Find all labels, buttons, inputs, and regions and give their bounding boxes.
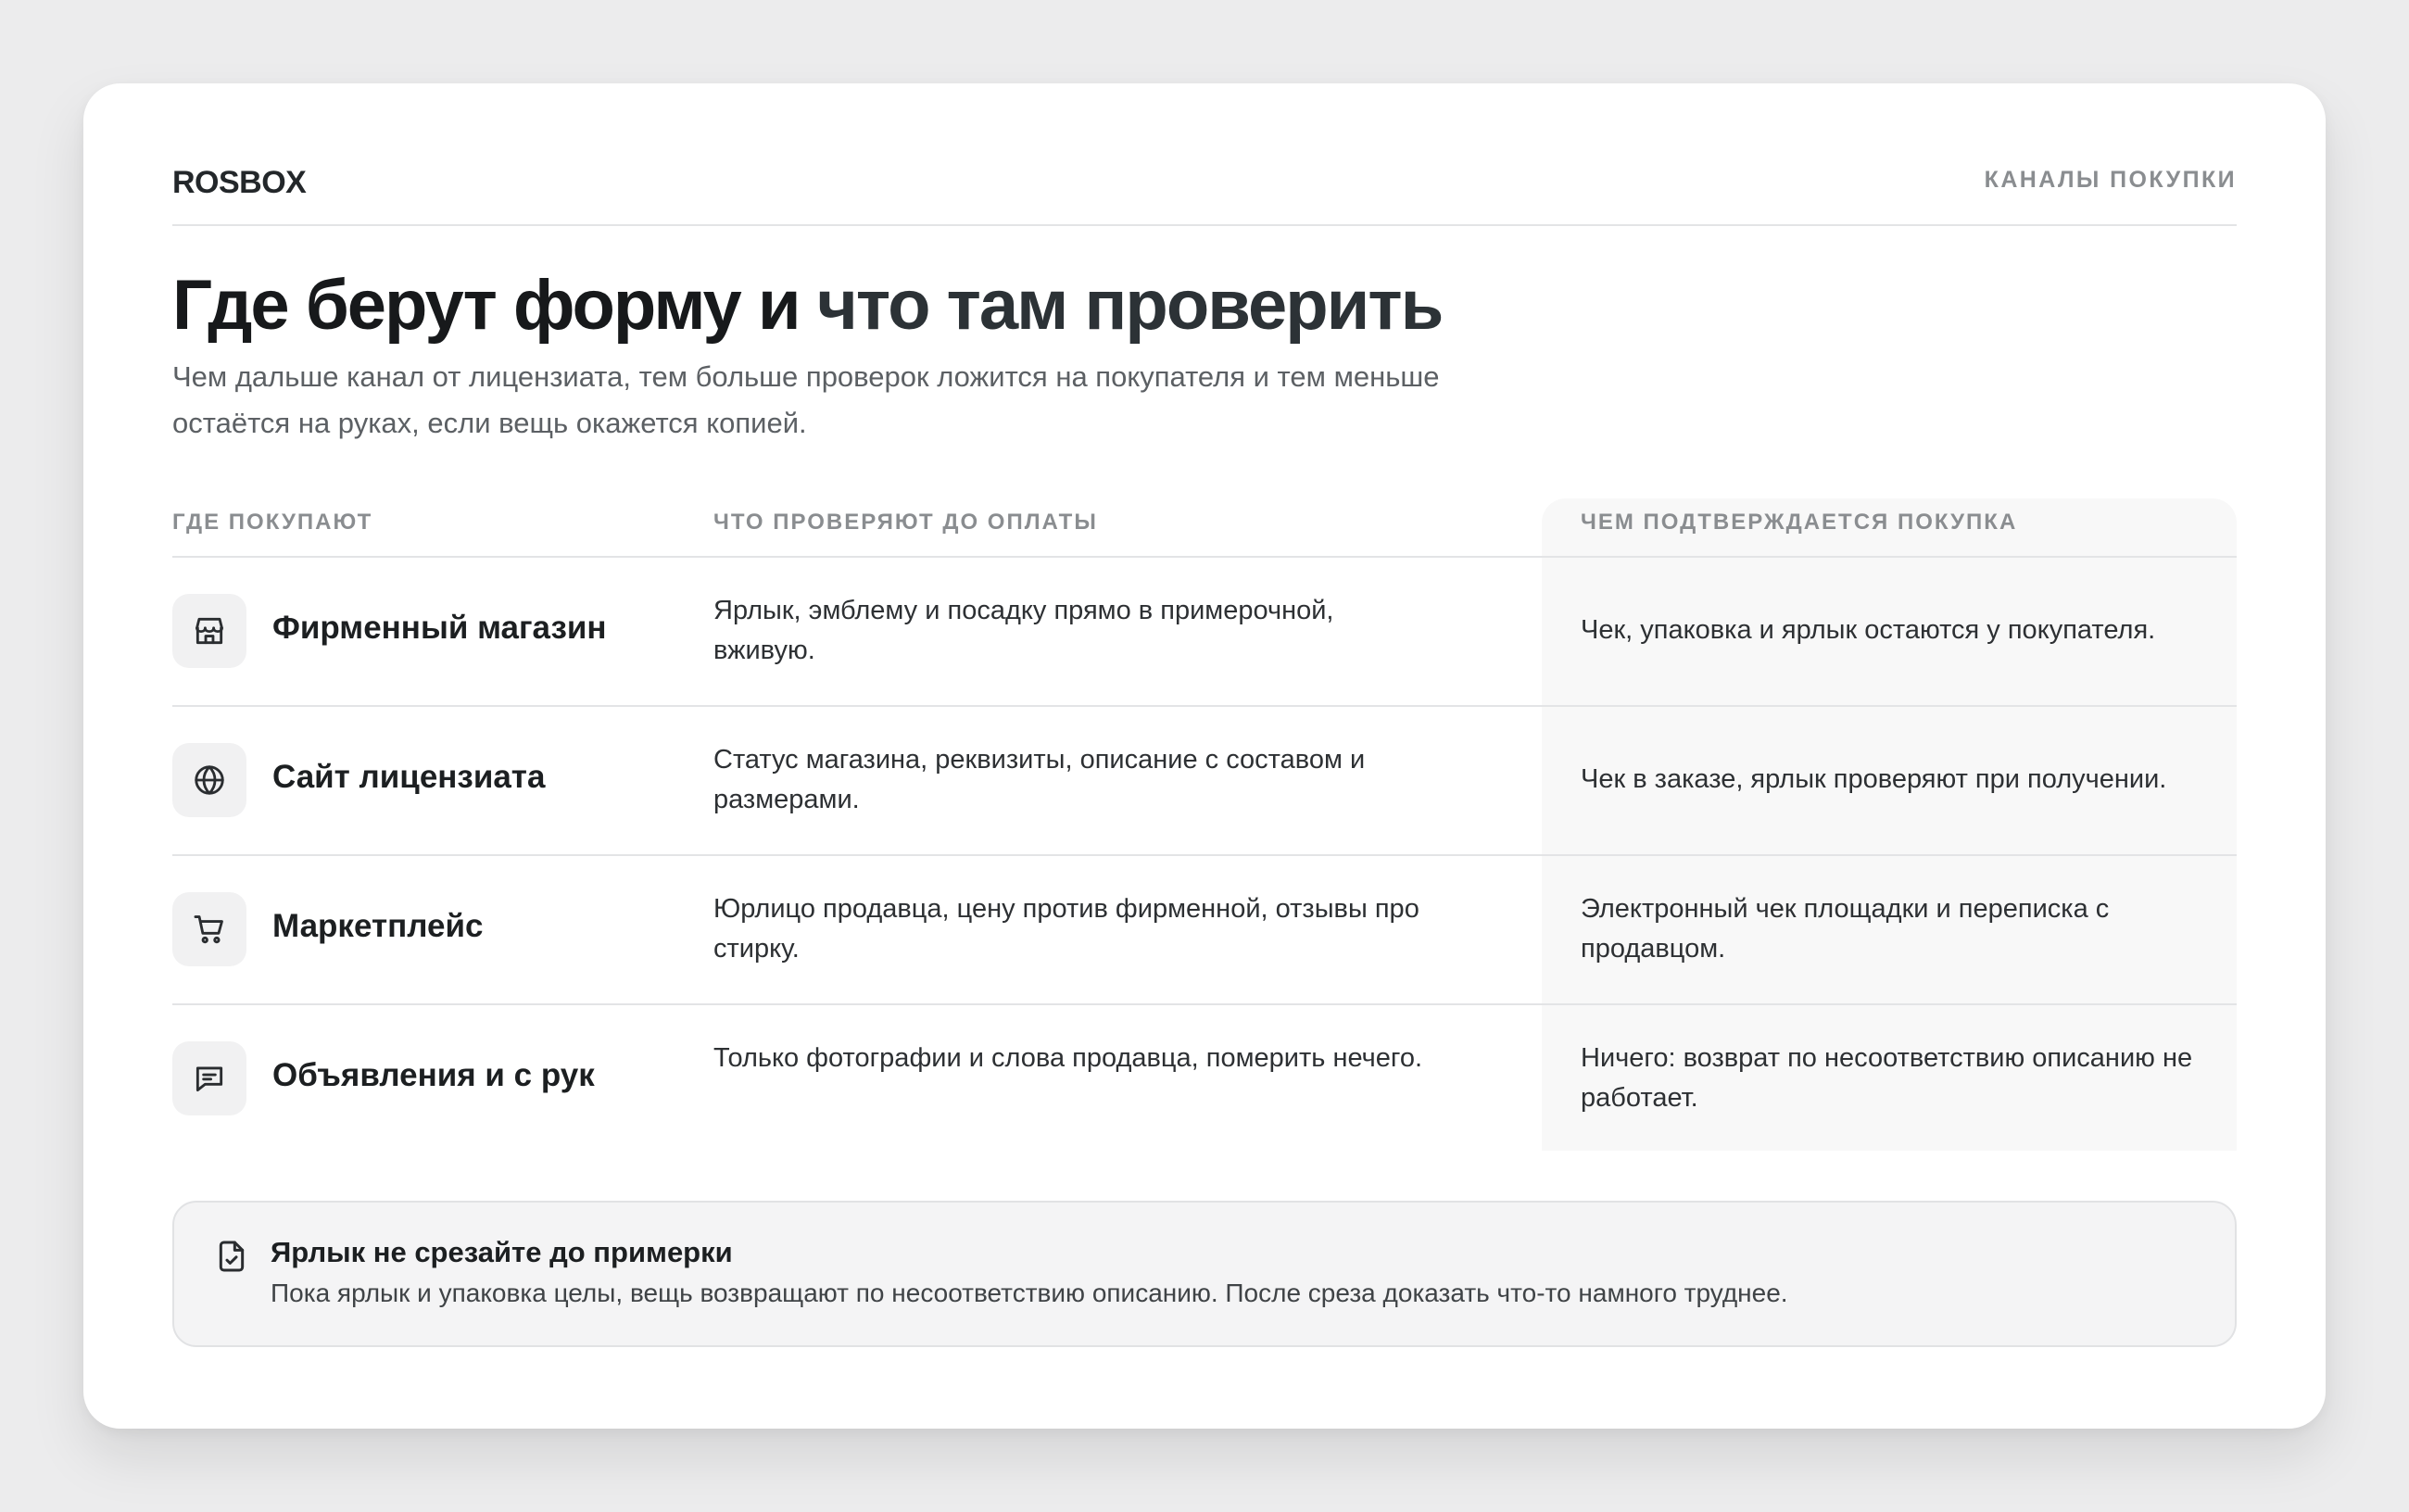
table-row: Маркетплейс Юрлицо продавца, цену против… — [172, 856, 2237, 1005]
section-label: КАНАЛЫ ПОКУПКИ — [1984, 167, 2237, 193]
channel-name: Маркетплейс — [272, 908, 484, 944]
header: ROSBOX КАНАЛЫ ПОКУПКИ — [172, 150, 2237, 226]
globe-icon — [172, 743, 246, 817]
channels-table: ГДЕ ПОКУПАЮТ ЧТО ПРОВЕРЯЮТ ДО ОПЛАТЫ ЧЕМ… — [172, 498, 2237, 1153]
purchase-confirmation: Чек, упаковка и ярлык остаются у покупат… — [1581, 615, 2156, 645]
purchase-confirmation: Чек в заказе, ярлык проверяют при получе… — [1581, 764, 2167, 794]
pre-payment-check: Ярлык, эмблему и посадку прямо в примеро… — [713, 596, 1334, 665]
purchase-confirmation: Электронный чек площадки и переписка с п… — [1581, 894, 2110, 964]
file-check-icon — [219, 1241, 245, 1272]
cart-icon — [172, 892, 246, 966]
tip-text: Пока ярлык и упаковка целы, вещь возвращ… — [271, 1279, 1788, 1307]
column-header-checks: ЧТО ПРОВЕРЯЮТ ДО ОПЛАТЫ — [713, 510, 1098, 535]
store-icon — [172, 594, 246, 668]
pre-payment-check: Только фотографии и слова продавца, поме… — [713, 1043, 1423, 1073]
brand-logo[interactable]: ROSBOX — [172, 165, 307, 201]
column-header-confirmation: ЧЕМ ПОДТВЕРЖДАЕТСЯ ПОКУПКА — [1581, 510, 2018, 535]
purchase-confirmation: Ничего: возврат по несоответствию описан… — [1581, 1043, 2193, 1113]
table-header: ГДЕ ПОКУПАЮТ ЧТО ПРОВЕРЯЮТ ДО ОПЛАТЫ ЧЕМ… — [172, 498, 2237, 558]
channel-name: Фирменный магазин — [272, 610, 607, 646]
page-subtitle: Чем дальше канал от лицензиата, тем боль… — [172, 360, 1440, 439]
message-icon — [172, 1041, 246, 1115]
pre-payment-check: Статус магазина, реквизиты, описание с с… — [713, 745, 1366, 814]
tip-title: Ярлык не срезайте до примерки — [271, 1236, 733, 1268]
column-header-where: ГДЕ ПОКУПАЮТ — [172, 510, 373, 535]
content-card: ROSBOX КАНАЛЫ ПОКУПКИ Где берут форму и … — [83, 83, 2326, 1429]
channel-name: Сайт лицензиата — [272, 759, 546, 795]
table-row: Фирменный магазин Ярлык, эмблему и посад… — [172, 558, 2237, 707]
table-row: Объявления и с рук Только фотографии и с… — [172, 1005, 2237, 1153]
title-main: Где берут форму и — [172, 266, 801, 345]
title-accent: что там проверить — [816, 266, 1444, 345]
table-row: Сайт лицензиата Статус магазина, реквизи… — [172, 707, 2237, 856]
page-title: Где берут форму и что там проверить — [172, 266, 1444, 345]
channel-name: Объявления и с рук — [272, 1057, 595, 1093]
pre-payment-check: Юрлицо продавца, цену против фирменной, … — [713, 894, 1419, 964]
tip-callout: Ярлык не срезайте до примерки Пока ярлык… — [172, 1201, 2237, 1347]
